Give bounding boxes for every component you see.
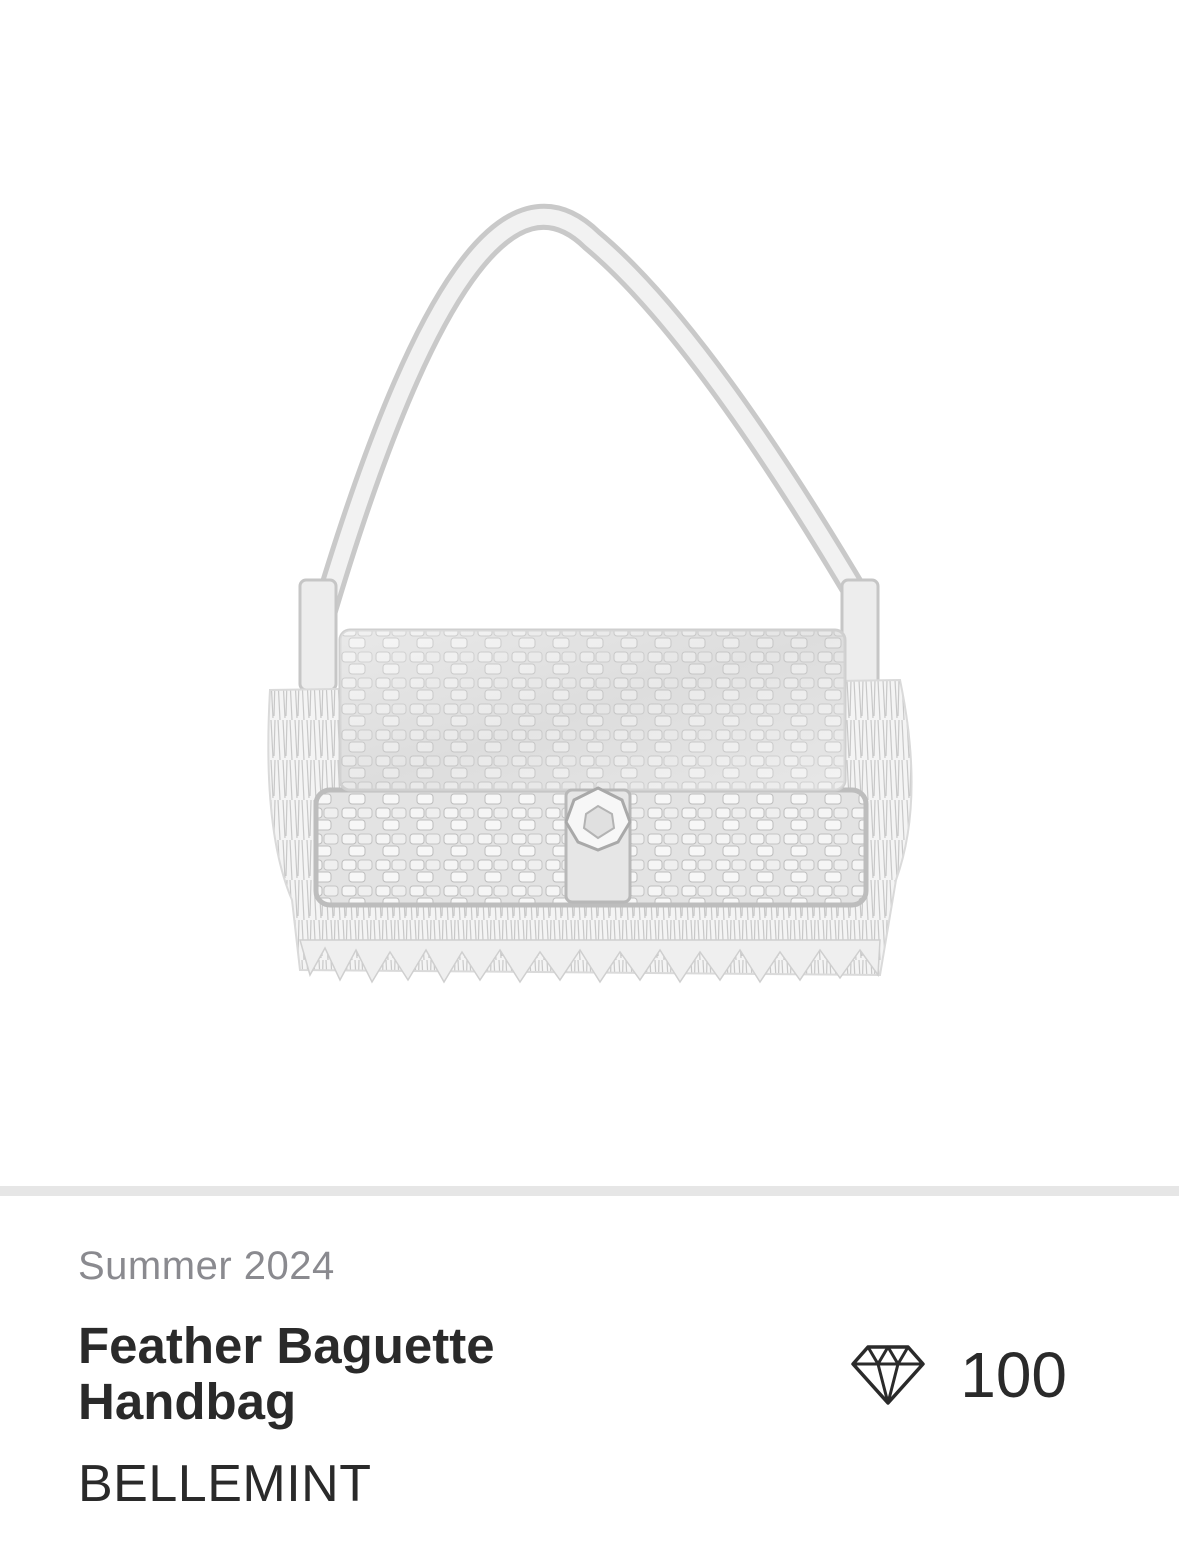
handbag-illustration	[267, 203, 913, 984]
diamond-icon	[851, 1345, 925, 1405]
section-divider	[0, 1186, 1179, 1196]
collection-label: Summer 2024	[78, 1244, 335, 1288]
product-info: Summer 2024 Feather Baguette Handbag BEL…	[0, 1196, 1179, 1546]
price-value: 100	[960, 1339, 1067, 1411]
price: 100	[850, 1338, 1067, 1412]
product-title: Feather Baguette Handbag	[78, 1317, 495, 1430]
brand-name: BELLEMINT	[78, 1455, 372, 1513]
product-image[interactable]	[0, 0, 1179, 1186]
